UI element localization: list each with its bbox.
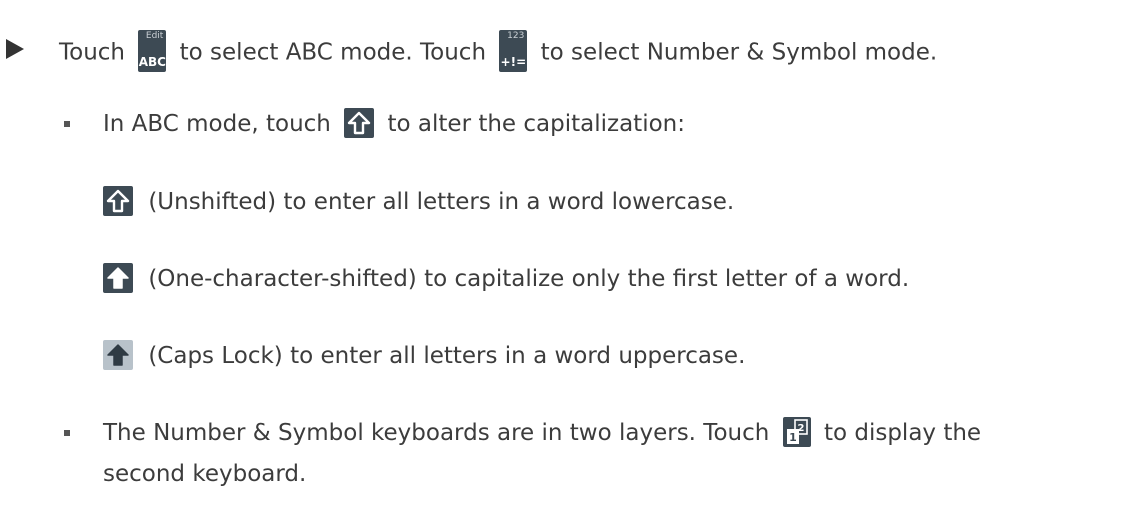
number-symbol-key-icon: 123 +!= bbox=[499, 30, 528, 72]
svg-text:1: 1 bbox=[789, 431, 797, 444]
state-unshifted-text: (Unshifted) to enter all letters in a wo… bbox=[148, 189, 735, 215]
state-one-shifted-line: (One-character-shifted) to capitalize on… bbox=[103, 262, 909, 296]
abc-key-sublabel: Edit bbox=[145, 31, 164, 41]
shift-unshifted-icon bbox=[103, 185, 133, 216]
state-caps-lock-text: (Caps Lock) to enter all letters in a wo… bbox=[148, 343, 746, 369]
number-symbol-line-2: second keyboard. bbox=[103, 457, 306, 491]
shift-one-character-icon bbox=[103, 262, 133, 293]
triangle-bullet bbox=[6, 39, 24, 59]
state-one-shifted-text: (One-character-shifted) to capitalize on… bbox=[148, 266, 910, 292]
intro-touch-text: Touch bbox=[59, 39, 126, 66]
num-key-label: +!= bbox=[500, 55, 527, 69]
abc-mode-line: In ABC mode, touch to alter the capitali… bbox=[103, 107, 685, 141]
square-bullet bbox=[64, 121, 70, 127]
intro-abc-text: to select ABC mode. Touch bbox=[179, 39, 487, 66]
intro-line: Touch Edit ABC to select ABC mode. Touch… bbox=[59, 30, 938, 74]
layer-switch-key-icon: 2 1 bbox=[782, 416, 811, 447]
number-symbol-after-text: to display the bbox=[823, 420, 982, 446]
number-symbol-before-text: The Number & Symbol keyboards are in two… bbox=[103, 420, 770, 446]
abc-mode-key-icon: Edit ABC bbox=[138, 30, 167, 72]
shift-key-icon bbox=[344, 107, 375, 138]
number-symbol-line: The Number & Symbol keyboards are in two… bbox=[103, 416, 981, 450]
intro-num-text: to select Number & Symbol mode. bbox=[540, 39, 938, 66]
num-key-sublabel: 123 bbox=[507, 31, 525, 41]
abc-key-label: ABC bbox=[138, 55, 166, 69]
square-bullet bbox=[64, 430, 70, 436]
abc-mode-after-text: to alter the capitalization: bbox=[387, 111, 685, 137]
abc-mode-before-text: In ABC mode, touch bbox=[103, 111, 331, 137]
state-caps-lock-line: (Caps Lock) to enter all letters in a wo… bbox=[103, 339, 745, 373]
number-symbol-line2-text: second keyboard. bbox=[103, 461, 307, 487]
caps-lock-icon bbox=[103, 339, 133, 370]
state-unshifted-line: (Unshifted) to enter all letters in a wo… bbox=[103, 185, 734, 219]
